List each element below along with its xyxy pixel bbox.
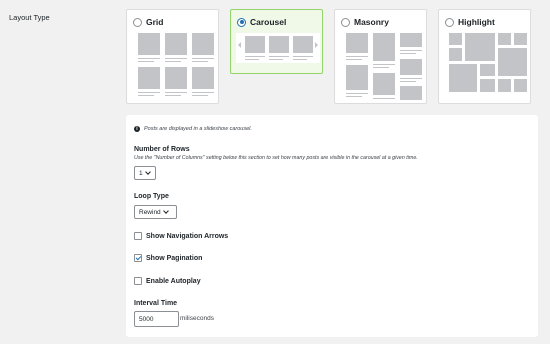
loop-type-value: Rewind [139,208,161,216]
grid-label: Grid [146,17,164,27]
rows-label: Number of Rows [134,146,190,153]
interval-unit-label: miliseconds [180,315,214,322]
show-pagination-label: Show Pagination [146,254,203,262]
masonry-radio[interactable] [341,17,350,27]
rows-value: 1 [139,169,143,177]
highlight-radio[interactable] [445,17,454,27]
show-navigation-arrows-checkbox[interactable] [134,232,142,240]
interval-time-input[interactable]: 5000 [134,311,179,327]
carousel-preview-icon [236,33,320,63]
show-navigation-arrows-row[interactable]: Show Navigation Arrows [134,232,228,240]
show-navigation-arrows-label: Show Navigation Arrows [146,232,229,240]
masonry-label: Masonry [354,17,389,27]
carousel-settings-panel: i Posts are displayed in a slideshow car… [126,115,538,337]
loop-type-label: Loop Type [134,193,169,200]
chevron-down-icon [162,208,169,214]
layout-option-carousel[interactable]: Carousel [230,9,323,74]
layout-option-masonry[interactable]: Masonry [334,9,427,104]
chevron-down-icon [144,169,151,175]
layout-option-grid[interactable]: Grid [126,9,219,104]
layout-type-label: Layout Type [9,13,50,22]
loop-type-select[interactable]: Rewind [134,205,177,219]
enable-autoplay-row[interactable]: Enable Autoplay [134,277,201,285]
carousel-label: Carousel [250,17,287,27]
rows-select[interactable]: 1 [134,166,156,180]
masonry-preview-icon [346,33,422,103]
show-pagination-checkbox[interactable] [134,254,142,262]
highlight-label: Highlight [458,17,495,27]
enable-autoplay-label: Enable Autoplay [146,277,201,285]
highlight-preview-icon [449,33,527,103]
grid-preview-icon [138,33,214,103]
carousel-radio[interactable] [237,17,246,27]
info-notice: i Posts are displayed in a slideshow car… [134,126,252,132]
grid-radio[interactable] [133,17,142,27]
enable-autoplay-checkbox[interactable] [134,277,142,285]
interval-time-label: Interval Time [134,300,178,307]
rows-description: Use the "Number of Columns" setting belo… [134,155,418,161]
info-icon: i [134,126,140,132]
show-pagination-row[interactable]: Show Pagination [134,254,202,262]
info-text: Posts are displayed in a slideshow carou… [144,126,252,132]
layout-option-highlight[interactable]: Highlight [438,9,531,104]
